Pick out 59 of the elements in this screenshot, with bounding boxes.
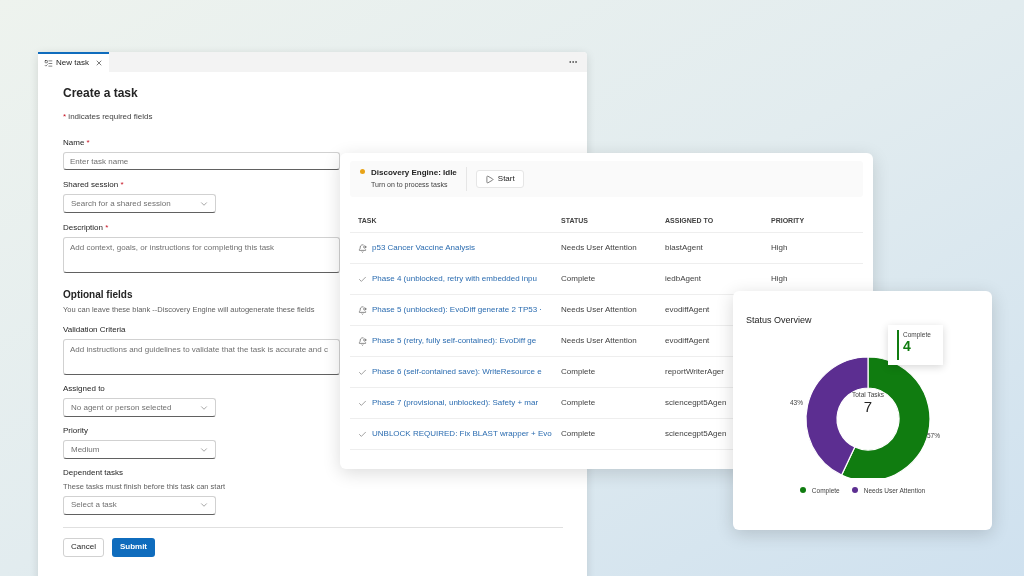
start-button[interactable]: Start bbox=[475, 170, 524, 188]
card-title: Status Overview bbox=[746, 314, 813, 327]
table-cell-text: evodiffAgent bbox=[665, 304, 711, 316]
text-field[interactable]: Enter task name bbox=[63, 152, 340, 170]
check-icon bbox=[358, 429, 367, 439]
check-icon bbox=[358, 367, 367, 377]
field-label: Name * bbox=[63, 137, 90, 149]
list-icon bbox=[44, 58, 53, 68]
task-link[interactable]: Phase 6 (self-contained save): WriteResource e bbox=[372, 366, 542, 378]
bell-icon bbox=[358, 305, 367, 315]
engine-status: Discovery Engine: Idle bbox=[371, 167, 457, 180]
chevron-icon bbox=[199, 500, 209, 510]
table-cell-text: blastAgent bbox=[665, 242, 704, 254]
table-cell-text: Needs User Attention bbox=[561, 304, 638, 316]
table-cell-text: Complete bbox=[561, 428, 597, 440]
table-cell-text: Complete bbox=[561, 397, 597, 409]
task-link[interactable]: Phase 7 (provisional, unblocked): Safety + mar bbox=[372, 397, 539, 409]
field-label: Assigned to bbox=[63, 383, 105, 396]
table-cell-text: High bbox=[771, 273, 789, 285]
task-link[interactable]: Phase 4 (unblocked, retry with embedded inpu bbox=[372, 273, 537, 285]
tab[interactable]: New task bbox=[38, 52, 109, 72]
task-link[interactable]: Phase 5 (unblocked): EvoDiff generate 2 TP53 · bbox=[372, 304, 543, 316]
field-label: Validation Criteria bbox=[63, 324, 126, 337]
field-label: Shared session * bbox=[63, 179, 124, 191]
play-icon bbox=[484, 174, 494, 184]
table-cell-text: Complete bbox=[561, 366, 597, 378]
task-link[interactable]: Phase 5 (retry, fully self-contained): EvoDiff ge bbox=[372, 335, 537, 347]
cancel-button[interactable]: Cancel bbox=[63, 537, 104, 557]
field-label: Priority bbox=[63, 425, 88, 438]
table-cell-text: Needs User Attention bbox=[561, 335, 638, 347]
dropdown[interactable]: Search for a shared session bbox=[63, 194, 216, 213]
check-icon bbox=[358, 274, 367, 284]
text-area[interactable]: Add context, goals, or instructions for completing this task bbox=[63, 237, 340, 273]
table-cell-text: sciencegpt5Agen bbox=[665, 428, 728, 440]
table-cell-text: iedbAgent bbox=[665, 273, 703, 285]
dropdown[interactable]: No agent or person selected bbox=[63, 398, 216, 418]
dropdown[interactable]: Select a task bbox=[63, 495, 216, 515]
bell-icon bbox=[358, 243, 367, 253]
table-cell-text: evodiffAgent bbox=[665, 335, 711, 347]
check-icon bbox=[358, 398, 367, 408]
table-cell-text: reportWriterAger bbox=[665, 366, 725, 378]
task-link[interactable]: UNBLOCK REQUIRED: Fix BLAST wrapper + Evo bbox=[372, 428, 552, 440]
dropdown[interactable]: Medium bbox=[63, 440, 216, 460]
table-cell-text: sciencegpt5Agen bbox=[665, 397, 728, 409]
table-cell-text: Needs User Attention bbox=[561, 242, 638, 254]
table-cell-text: Complete bbox=[561, 273, 597, 285]
text-area[interactable]: Add instructions and guidelines to validate that the task is accurate and c bbox=[63, 339, 340, 376]
section-title: Optional fields bbox=[63, 288, 133, 302]
bell-icon bbox=[358, 336, 367, 346]
tooltip-value: 4 bbox=[903, 339, 911, 355]
required-note: * indicates required fields bbox=[63, 111, 153, 123]
close-icon[interactable] bbox=[94, 59, 103, 67]
field-label: Dependent tasks bbox=[63, 467, 124, 480]
table-cell-text: High bbox=[771, 242, 789, 254]
form-title: Create a task bbox=[63, 85, 138, 102]
field-label: Description * bbox=[63, 222, 109, 234]
center-value: 7 bbox=[863, 399, 873, 416]
submit-button[interactable]: Submit bbox=[111, 537, 155, 557]
task-link[interactable]: p53 Cancer Vaccine Analysis bbox=[372, 242, 476, 254]
